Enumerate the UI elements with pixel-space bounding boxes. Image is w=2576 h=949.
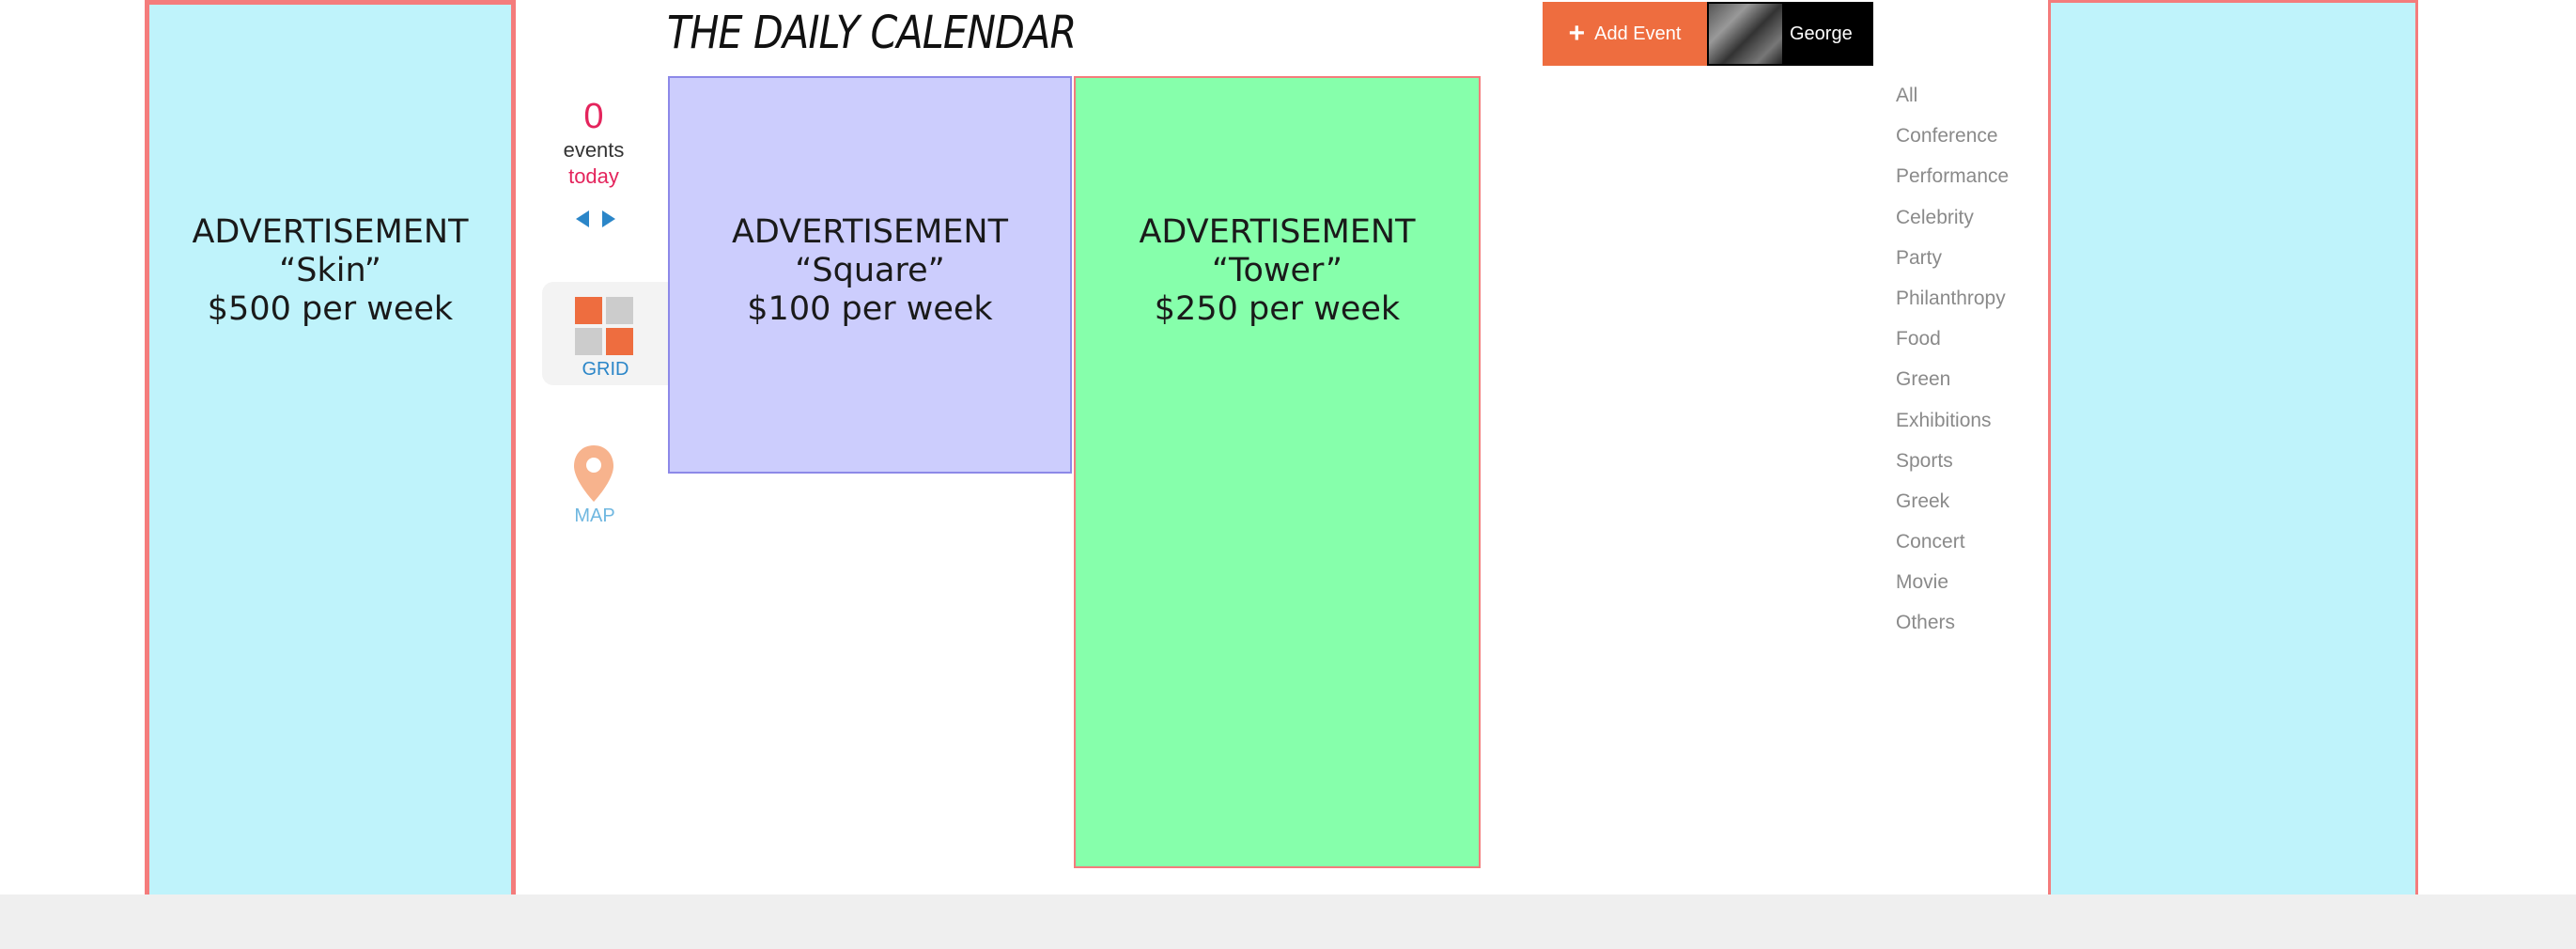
ad-skin-price: $500 per week: [207, 290, 454, 328]
category-sports[interactable]: Sports: [1896, 444, 2009, 485]
ad-skin-left[interactable]: ADVERTISEMENT “Skin” $500 per week: [145, 0, 516, 899]
ad-tower-title: ADVERTISEMENT: [1139, 213, 1416, 251]
grid-label: GRID: [582, 359, 629, 380]
plus-icon: +: [1568, 18, 1586, 49]
ad-tower-name: “Tower”: [1211, 252, 1343, 289]
ad-square-name: “Square”: [795, 252, 945, 289]
add-event-button[interactable]: + Add Event: [1543, 2, 1707, 66]
user-menu[interactable]: George: [1707, 2, 1873, 66]
category-party[interactable]: Party: [1896, 241, 2009, 282]
events-count: 0: [583, 97, 604, 136]
ad-skin-right[interactable]: [2048, 0, 2418, 897]
day-navigation: [574, 208, 617, 230]
add-event-label: Add Event: [1594, 23, 1682, 44]
category-all[interactable]: All: [1896, 79, 2009, 119]
ad-square-price: $100 per week: [747, 290, 993, 328]
avatar: [1709, 4, 1782, 64]
ad-skin-title: ADVERTISEMENT: [192, 213, 469, 251]
ad-square-title: ADVERTISEMENT: [731, 213, 1008, 251]
category-performance[interactable]: Performance: [1896, 160, 2009, 200]
arrow-left-icon[interactable]: [574, 208, 591, 230]
map-pin-icon: [574, 445, 613, 502]
events-label: events: [563, 138, 625, 162]
category-movie[interactable]: Movie: [1896, 566, 2009, 606]
category-greek[interactable]: Greek: [1896, 485, 2009, 525]
grid-icon: [575, 297, 633, 355]
user-name: George: [1790, 23, 1853, 44]
ad-tower-price: $250 per week: [1154, 290, 1401, 328]
map-label: MAP: [574, 506, 615, 526]
events-today-counter: 0 events today: [545, 96, 643, 190]
ad-square[interactable]: ADVERTISEMENT “Square” $100 per week: [668, 76, 1072, 474]
category-food[interactable]: Food: [1896, 322, 2009, 363]
footer-bar: [0, 895, 2576, 949]
category-celebrity[interactable]: Celebrity: [1896, 201, 2009, 241]
category-green[interactable]: Green: [1896, 363, 2009, 403]
category-filter-list: All Conference Performance Celebrity Par…: [1896, 79, 2009, 647]
category-exhibitions[interactable]: Exhibitions: [1896, 404, 2009, 444]
category-philanthropy[interactable]: Philanthropy: [1896, 282, 2009, 322]
category-conference[interactable]: Conference: [1896, 119, 2009, 160]
today-label: today: [568, 164, 619, 188]
grid-view-button[interactable]: GRID: [542, 282, 669, 385]
category-others[interactable]: Others: [1896, 606, 2009, 646]
map-view-button[interactable]: MAP: [554, 440, 635, 534]
ad-skin-name: “Skin”: [279, 252, 381, 289]
category-concert[interactable]: Concert: [1896, 525, 2009, 566]
ad-tower[interactable]: ADVERTISEMENT “Tower” $250 per week: [1074, 76, 1481, 868]
site-title: THE DAILY CALENDAR: [667, 7, 1077, 59]
arrow-right-icon[interactable]: [600, 208, 617, 230]
